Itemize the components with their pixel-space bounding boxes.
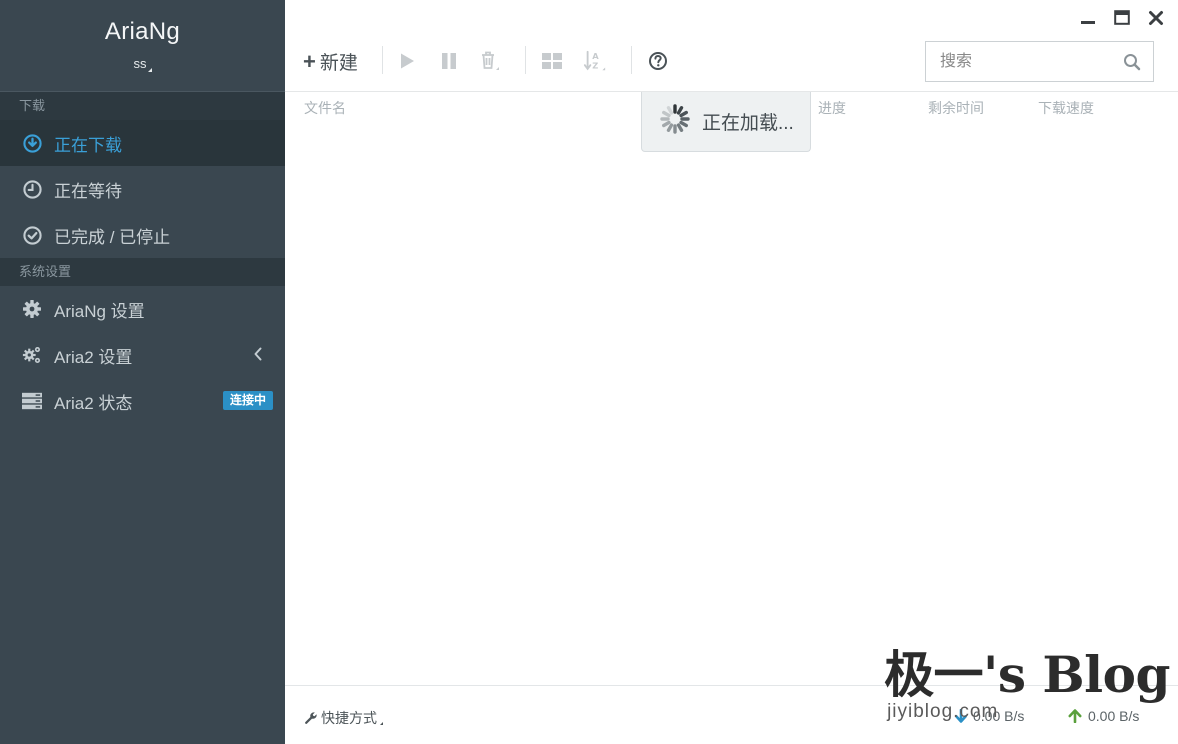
toolbar: + 新建 AZ <box>285 36 1178 92</box>
arrow-circle-down-icon <box>22 133 42 153</box>
toolbar-divider <box>631 46 632 74</box>
close-icon <box>1149 11 1163 25</box>
gears-icon <box>22 345 42 365</box>
toolbar-divider <box>382 46 383 74</box>
grid-icon <box>542 53 562 69</box>
window-controls <box>1078 8 1166 28</box>
sidebar-item-aria2-settings[interactable]: Aria2 设置 <box>0 332 285 378</box>
main-panel: + 新建 AZ 文件名 进度 <box>285 0 1178 744</box>
brand: AriaNg ss <box>0 0 285 92</box>
toolbar-divider <box>525 46 526 74</box>
gear-icon <box>22 299 42 319</box>
rpc-selector[interactable]: ss <box>0 56 285 72</box>
loading-text: 正在加载... <box>702 113 794 134</box>
server-icon <box>22 391 42 411</box>
sort-alpha-icon: AZ <box>583 50 606 71</box>
delete-button[interactable] <box>478 50 502 72</box>
app-title: AriaNg <box>104 18 181 45</box>
arrow-up-icon <box>1068 709 1082 723</box>
sidebar-item-downloading[interactable]: 正在下载 <box>0 120 285 166</box>
shortcut-label: 快捷方式 <box>321 710 377 726</box>
trash-icon <box>482 51 499 70</box>
column-speed[interactable]: 下载速度 <box>1038 98 1094 118</box>
sidebar-item-waiting[interactable]: 正在等待 <box>0 166 285 212</box>
display-mode-button[interactable] <box>540 50 564 72</box>
column-remaining[interactable]: 剩余时间 <box>928 98 984 118</box>
search-icon[interactable] <box>1123 53 1141 76</box>
sidebar-item-label: 已完成 / 已停止 <box>54 227 171 247</box>
upload-speed-value: 0.00 B/s <box>1088 708 1140 724</box>
check-circle-icon <box>22 225 42 245</box>
dropdown-corner-icon <box>380 721 383 725</box>
play-icon <box>401 53 414 69</box>
column-progress[interactable]: 进度 <box>818 98 846 118</box>
maximize-icon <box>1114 10 1130 25</box>
question-circle-icon <box>649 52 667 70</box>
new-task-label: 新建 <box>319 53 358 74</box>
plus-icon: + <box>303 48 316 74</box>
loading-indicator: 正在加载... <box>641 92 811 152</box>
sort-button[interactable]: AZ <box>583 50 607 72</box>
dropdown-corner-icon <box>147 68 152 72</box>
clock-icon <box>22 179 42 199</box>
sidebar-item-aria2-status[interactable]: Aria2 状态 连接中 <box>0 378 285 424</box>
start-button[interactable] <box>395 50 419 72</box>
arrow-down-icon <box>955 709 967 723</box>
close-button[interactable] <box>1146 8 1166 28</box>
spinner-icon <box>658 102 692 142</box>
section-header-settings: 系统设置 <box>0 258 285 286</box>
svg-text:Z: Z <box>592 60 598 70</box>
chevron-left-icon[interactable] <box>253 346 263 367</box>
sidebar-item-label: AriaNg 设置 <box>54 301 145 321</box>
wrench-icon <box>305 712 317 724</box>
new-task-button[interactable]: + 新建 <box>303 48 358 75</box>
rpc-alias: ss <box>133 56 147 71</box>
minimize-button[interactable] <box>1078 8 1098 28</box>
pause-icon <box>442 53 456 69</box>
sidebar: AriaNg ss 下载 正在下载 正在等待 已完成 / 已停止 系统设置 Ar… <box>0 0 285 744</box>
download-speed-value: 0.00 B/s <box>973 708 1025 724</box>
sidebar-item-label: 正在下载 <box>54 135 122 155</box>
minimize-icon <box>1081 21 1095 24</box>
sidebar-item-label: 正在等待 <box>54 181 122 201</box>
search-input[interactable] <box>926 42 1106 81</box>
pause-button[interactable] <box>437 50 461 72</box>
column-filename[interactable]: 文件名 <box>304 98 346 118</box>
section-header-download: 下载 <box>0 92 285 120</box>
sidebar-item-ariang-settings[interactable]: AriaNg 设置 <box>0 286 285 332</box>
status-badge: 连接中 <box>222 391 273 410</box>
maximize-button[interactable] <box>1112 8 1132 28</box>
sidebar-item-stopped[interactable]: 已完成 / 已停止 <box>0 212 285 258</box>
help-button[interactable] <box>646 50 670 72</box>
shortcut-menu[interactable]: 快捷方式 <box>304 708 383 728</box>
download-speed: 0.00 B/s <box>955 708 1024 724</box>
sidebar-item-label: Aria2 设置 <box>54 347 133 367</box>
footer-bar: 快捷方式 0.00 B/s 0.00 B/s <box>285 685 1178 744</box>
search-box <box>925 41 1154 82</box>
upload-speed: 0.00 B/s <box>1068 708 1139 724</box>
